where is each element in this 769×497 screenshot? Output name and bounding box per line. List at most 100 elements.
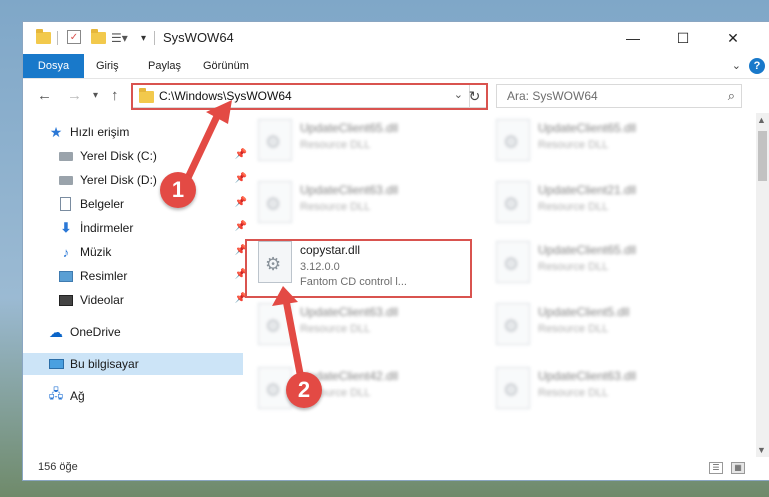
search-placeholder: Ara: SysWOW64	[507, 89, 598, 103]
sidebar-item-downloads[interactable]: ⬇ İndirmeler 📌	[23, 217, 253, 239]
help-icon[interactable]: ?	[749, 58, 765, 74]
sidebar-item-label: Hızlı erişim	[70, 125, 130, 139]
sidebar-item-label: Yerel Disk (D:)	[80, 173, 157, 187]
file-name: UpdateClient63.dll	[538, 369, 637, 383]
recent-locations-icon[interactable]: ▾	[93, 90, 98, 101]
back-button[interactable]: ←	[37, 87, 52, 104]
quick-access-dropdown-icon[interactable]: ▾	[141, 30, 146, 46]
file-type: Resource DLL	[538, 139, 609, 151]
file-item[interactable]: UpdateClient65.dll Resource DLL	[486, 237, 711, 293]
file-type: Resource DLL	[300, 139, 371, 151]
status-bar: 156 öğe ☰ ▦	[23, 457, 769, 480]
document-icon	[60, 197, 71, 211]
file-item[interactable]: UpdateClient63.dll Resource DLL	[248, 299, 473, 355]
sidebar-item-label: Ağ	[70, 389, 85, 403]
file-name: UpdateClient63.dll	[300, 183, 399, 197]
sidebar-item-pictures[interactable]: Resimler 📌	[23, 265, 253, 287]
sidebar-item-network[interactable]: 🖧 Ağ	[23, 385, 243, 407]
dll-file-icon	[496, 303, 530, 345]
folder-icon	[36, 29, 51, 46]
file-item[interactable]: UpdateClient65.dll Resource DLL	[486, 115, 711, 171]
sidebar-item-label: OneDrive	[70, 325, 121, 339]
file-item[interactable]: UpdateClient42.dll Resource DLL	[248, 363, 473, 419]
file-item[interactable]: UpdateClient63.dll Resource DLL	[248, 177, 473, 233]
dll-file-icon	[496, 367, 530, 409]
sidebar-item-label: Müzik	[80, 245, 112, 259]
address-highlight-box	[131, 83, 488, 110]
tab-home[interactable]: Giriş	[96, 54, 119, 78]
sidebar-item-this-pc[interactable]: Bu bilgisayar	[23, 353, 243, 375]
details-view-icon[interactable]: ☰	[709, 462, 723, 474]
file-type: Resource DLL	[538, 261, 609, 273]
sidebar-item-label: Belgeler	[80, 197, 125, 211]
sidebar-item-onedrive[interactable]: ☁ OneDrive	[23, 321, 243, 343]
pictures-icon	[59, 270, 73, 282]
scroll-down-icon[interactable]: ▼	[757, 445, 766, 455]
sidebar-item-documents[interactable]: Belgeler 📌	[23, 193, 253, 215]
file-name: UpdateClient21.dll	[538, 183, 637, 197]
maximize-button[interactable]: ☐	[660, 22, 706, 54]
file-item[interactable]: UpdateClient63.dll Resource DLL	[486, 363, 711, 419]
sidebar-item-label: Resimler	[80, 269, 128, 283]
computer-icon	[49, 359, 64, 369]
large-icons-view-icon[interactable]: ▦	[731, 462, 745, 474]
navigation-pane: ★ Hızlı erişim Yerel Disk (C:) 📌 Yerel D…	[23, 117, 247, 457]
new-folder-icon[interactable]	[91, 29, 106, 46]
file-type: Resource DLL	[538, 201, 609, 213]
window-title: SysWOW64	[163, 30, 234, 45]
file-name: UpdateClient63.dll	[300, 305, 399, 319]
dll-file-icon	[258, 303, 292, 345]
file-type: Resource DLL	[300, 323, 371, 335]
search-icon: ⌕	[727, 88, 735, 103]
dll-file-icon	[258, 119, 292, 161]
sidebar-item-disk-d[interactable]: Yerel Disk (D:) 📌	[23, 169, 253, 191]
minimize-button[interactable]: —	[610, 22, 656, 54]
videos-icon	[59, 294, 73, 306]
dll-file-icon	[496, 181, 530, 223]
properties-icon[interactable]: ✓	[67, 30, 81, 44]
tab-share[interactable]: Paylaş	[148, 54, 181, 78]
dll-file-icon	[496, 241, 530, 283]
sidebar-item-label: Videolar	[80, 293, 124, 307]
file-type: Resource DLL	[538, 323, 609, 335]
sidebar-item-quick-access[interactable]: ★ Hızlı erişim	[23, 121, 243, 143]
explorer-window: ✓ ☰▾ ▾ SysWOW64 — ☐ ✕ Dosya Giriş Paylaş…	[23, 22, 769, 480]
file-name: UpdateClient65.dll	[300, 121, 399, 135]
scrollbar-thumb[interactable]	[758, 131, 767, 181]
sidebar-item-videos[interactable]: Videolar 📌	[23, 289, 253, 311]
cloud-icon: ☁	[49, 323, 63, 340]
customize-toolbar-icon[interactable]: ☰▾	[111, 30, 128, 46]
sidebar-item-label: Bu bilgisayar	[70, 357, 139, 371]
scroll-up-icon[interactable]: ▲	[757, 115, 766, 125]
forward-button[interactable]: →	[67, 87, 82, 104]
file-type: Resource DLL	[300, 201, 371, 213]
up-button[interactable]: ↑	[111, 87, 119, 104]
callout-2: 2	[286, 372, 322, 408]
title-bar: ✓ ☰▾ ▾ SysWOW64 — ☐ ✕	[23, 22, 769, 54]
callout-1: 1	[160, 172, 196, 208]
file-name: UpdateClient5.dll	[538, 305, 630, 319]
item-count: 156 öğe	[38, 461, 78, 473]
file-name: UpdateClient65.dll	[538, 243, 637, 257]
sidebar-item-music[interactable]: ♪ Müzik 📌	[23, 241, 253, 263]
download-icon: ⬇	[60, 220, 72, 235]
dll-file-icon	[496, 119, 530, 161]
separator	[154, 30, 155, 46]
sidebar-item-disk-c[interactable]: Yerel Disk (C:) 📌	[23, 145, 253, 167]
sidebar-item-label: Yerel Disk (C:)	[80, 149, 157, 163]
file-item[interactable]: UpdateClient65.dll Resource DLL	[248, 115, 473, 171]
dll-file-icon	[258, 181, 292, 223]
search-input[interactable]: Ara: SysWOW64 ⌕	[496, 84, 742, 108]
expand-ribbon-icon[interactable]: ⌄	[732, 59, 741, 72]
file-item[interactable]: UpdateClient21.dll Resource DLL	[486, 177, 711, 233]
tab-view[interactable]: Görünüm	[203, 54, 249, 78]
close-button[interactable]: ✕	[710, 22, 756, 54]
sidebar-item-label: İndirmeler	[80, 221, 134, 235]
tab-file[interactable]: Dosya	[23, 54, 84, 78]
file-item[interactable]: UpdateClient5.dll Resource DLL	[486, 299, 711, 355]
file-highlight-box	[245, 239, 472, 298]
drive-icon	[59, 151, 73, 161]
network-icon: 🖧	[48, 386, 64, 401]
star-icon: ★	[49, 123, 63, 140]
vertical-scrollbar[interactable]: ▲ ▼	[756, 113, 769, 457]
